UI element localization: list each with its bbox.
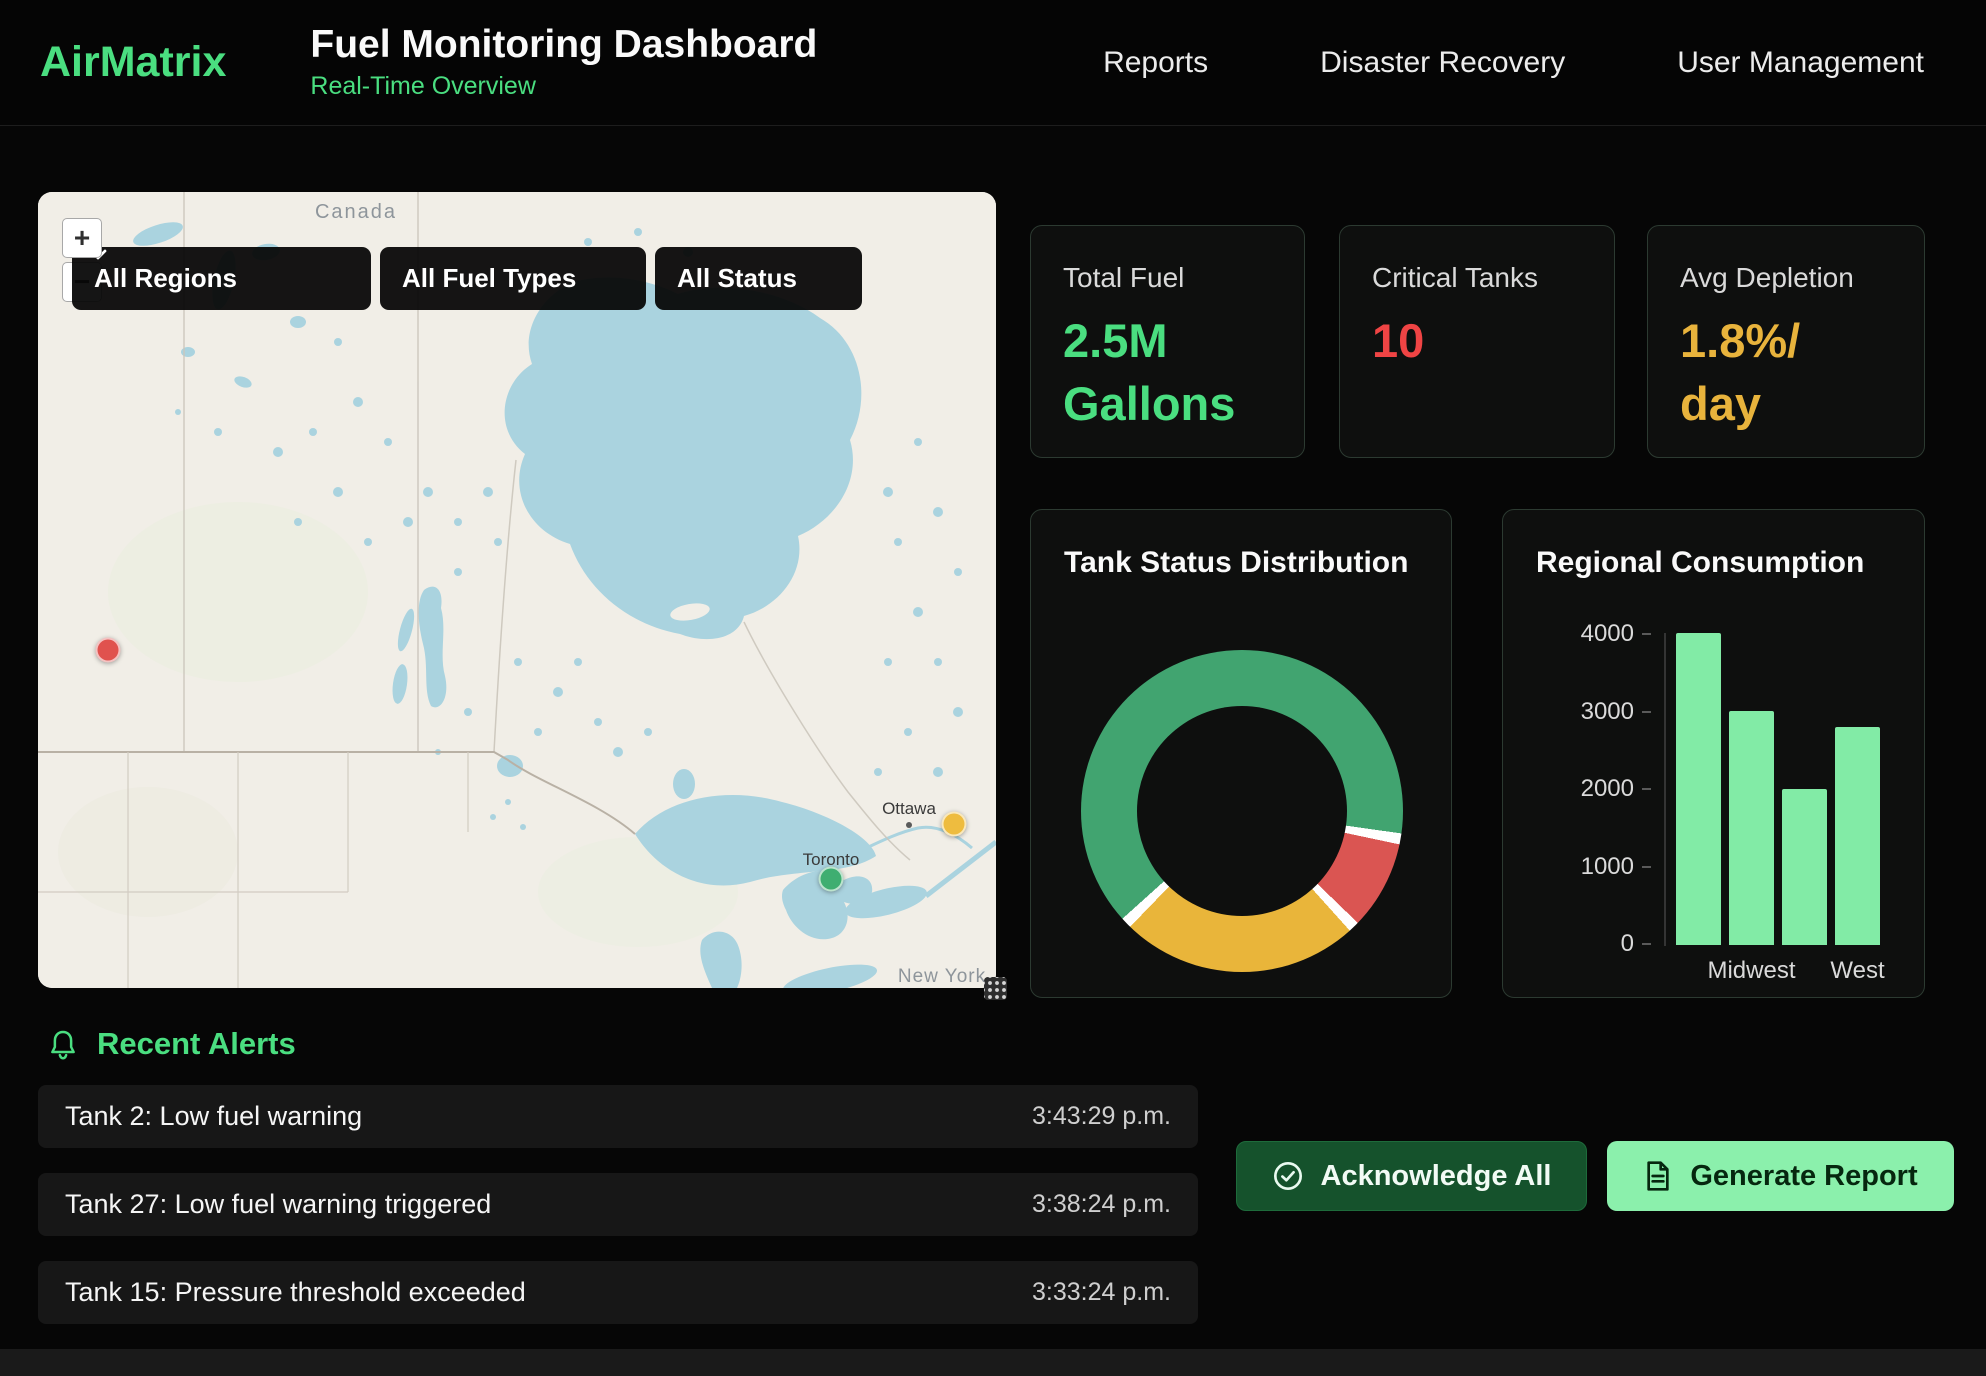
filter-fuel-types-dropdown[interactable]: All Fuel Types [380, 247, 646, 310]
generate-report-label: Generate Report [1690, 1160, 1917, 1193]
stat-card-total-fuel: Total Fuel 2.5M Gallons [1030, 225, 1305, 458]
title-block: Fuel Monitoring Dashboard Real-Time Over… [310, 24, 817, 102]
check-circle-icon [1272, 1160, 1304, 1192]
map-zoom-in-button[interactable]: + [62, 218, 102, 258]
footer-bar [0, 1349, 1986, 1376]
bar-xlabels: Midwest West [1668, 957, 1900, 985]
page-subtitle: Real-Time Overview [310, 72, 817, 101]
stat-value: 10 [1372, 310, 1582, 373]
bar-plot [1668, 633, 1900, 945]
map-panel: Canada Ottawa Toronto New York + − All R… [38, 192, 996, 988]
bar-y-axis [1664, 633, 1666, 946]
stat-card-critical-tanks: Critical Tanks 10 [1339, 225, 1615, 458]
bar-West [1835, 727, 1880, 945]
filter-regions-label: All Regions [94, 263, 237, 294]
alert-time: 3:43:29 p.m. [1032, 1102, 1171, 1131]
stat-card-avg-depletion: Avg Depletion 1.8%/ day [1647, 225, 1925, 458]
y-tick-label: 2000 [1581, 775, 1651, 803]
donut-hole [1137, 706, 1347, 916]
bell-icon [48, 1028, 78, 1061]
filter-fuel-types-label: All Fuel Types [402, 263, 576, 294]
alert-row[interactable]: Tank 2: Low fuel warning 3:43:29 p.m. [38, 1085, 1198, 1148]
chart-title: Tank Status Distribution [1031, 510, 1451, 580]
stat-value: 2.5M Gallons [1063, 310, 1272, 435]
nav-item-disaster-recovery[interactable]: Disaster Recovery [1320, 46, 1565, 80]
y-tick-label: 4000 [1581, 620, 1651, 648]
stat-value: 1.8%/ day [1680, 310, 1892, 435]
alert-time: 3:38:24 p.m. [1032, 1190, 1171, 1219]
stat-label: Avg Depletion [1680, 262, 1892, 294]
brand-logo: AirMatrix [40, 38, 226, 87]
bar-category-label: West [1835, 957, 1880, 985]
acknowledge-all-button[interactable]: Acknowledge All [1236, 1141, 1587, 1211]
recent-alerts-title: Recent Alerts [97, 1026, 296, 1062]
tank-status-distribution-card: Tank Status Distribution [1030, 509, 1452, 998]
regional-consumption-card: Regional Consumption 4000 3000 2000 1000 0 M… [1502, 509, 1925, 998]
bar-category-label: Midwest [1729, 957, 1774, 985]
alert-message: Tank 2: Low fuel warning [65, 1101, 362, 1132]
nav-item-user-management[interactable]: User Management [1677, 46, 1924, 80]
bar-Midwest [1729, 711, 1774, 945]
map-filter-bar: All Regions All Fuel Types All Status [72, 247, 862, 310]
alert-time: 3:33:24 p.m. [1032, 1278, 1171, 1307]
filter-status-label: All Status [677, 263, 797, 294]
bar-category-label [1782, 957, 1827, 985]
page-title: Fuel Monitoring Dashboard [310, 24, 817, 67]
y-tick-label: 1000 [1581, 853, 1651, 881]
recent-alerts-heading: Recent Alerts [48, 1026, 296, 1062]
map-resize-handle-icon[interactable] [984, 977, 1007, 1000]
stat-label: Critical Tanks [1372, 262, 1582, 294]
alert-row[interactable]: Tank 15: Pressure threshold exceeded 3:3… [38, 1261, 1198, 1324]
bar-yticks: 4000 3000 2000 1000 0 [1533, 620, 1651, 958]
map-marker-critical[interactable] [95, 637, 120, 662]
nav-item-reports[interactable]: Reports [1103, 46, 1208, 80]
y-tick-label: 0 [1621, 930, 1651, 958]
filter-regions-dropdown[interactable]: All Regions [72, 247, 371, 310]
alert-message: Tank 27: Low fuel warning triggered [65, 1189, 491, 1220]
map-marker-warning[interactable] [941, 812, 966, 837]
app-header: AirMatrix Fuel Monitoring Dashboard Real… [0, 0, 1986, 126]
acknowledge-all-label: Acknowledge All [1321, 1160, 1552, 1193]
map-marker-normal[interactable] [819, 866, 844, 891]
bar-series-2 [1782, 789, 1827, 945]
alert-row[interactable]: Tank 27: Low fuel warning triggered 3:38… [38, 1173, 1198, 1236]
chart-title: Regional Consumption [1503, 510, 1924, 580]
document-icon [1643, 1160, 1673, 1192]
alert-message: Tank 15: Pressure threshold exceeded [65, 1277, 526, 1308]
generate-report-button[interactable]: Generate Report [1607, 1141, 1954, 1211]
bar-series-0 [1676, 633, 1721, 945]
stat-label: Total Fuel [1063, 262, 1272, 294]
donut-chart [1081, 650, 1403, 972]
map-marker-layer [38, 192, 996, 988]
filter-status-dropdown[interactable]: All Status [655, 247, 862, 310]
y-tick-label: 3000 [1581, 698, 1651, 726]
main-nav: Reports Disaster Recovery User Managemen… [1103, 46, 1924, 80]
